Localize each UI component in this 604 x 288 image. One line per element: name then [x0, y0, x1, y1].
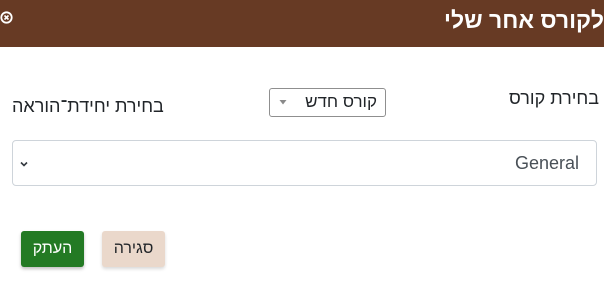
unit-label: בחירת יחידת־הוראה — [12, 96, 164, 116]
close-icon[interactable] — [0, 11, 13, 24]
course-select-value: קורס חדש — [305, 92, 377, 111]
triangle-down-icon — [279, 100, 287, 105]
close-button[interactable]: סגירה — [102, 231, 165, 267]
dialog-header: לקורס אחר שלי — [0, 0, 604, 47]
copy-button[interactable]: העתק — [21, 231, 84, 267]
dialog-title: לקורס אחר שלי — [444, 7, 604, 33]
unit-select-value: General — [514, 153, 579, 173]
unit-select[interactable]: General — [12, 140, 597, 186]
course-label: בחירת קורס — [509, 88, 599, 108]
chevron-down-icon — [20, 161, 28, 167]
course-select[interactable]: קורס חדש — [269, 88, 386, 117]
